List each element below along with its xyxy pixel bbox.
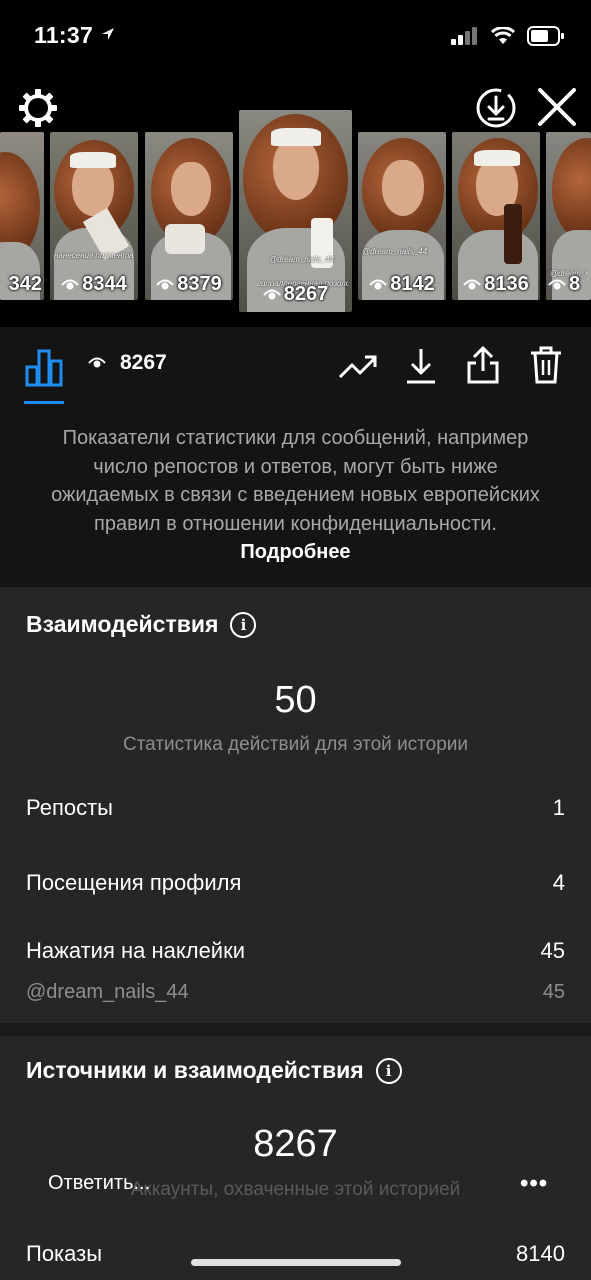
- story-thumbnail[interactable]: нанесения пигмента сна 8344: [50, 132, 138, 300]
- interactions-total: 50: [274, 679, 317, 721]
- eye-icon: [548, 279, 566, 289]
- story-thumbnail-selected[interactable]: @dream_nails_44 гипоаллергенная позолото…: [239, 110, 352, 312]
- share-icon: [467, 346, 499, 384]
- thumbnail-caption: @dream_nails_44: [362, 247, 428, 256]
- reply-input[interactable]: Ответить...: [48, 1172, 150, 1195]
- interactions-section-title: Взаимодействия i: [26, 611, 257, 638]
- story-thumbnail[interactable]: @dream_nails_44 8142: [358, 132, 446, 300]
- stat-row-sticker-mention[interactable]: @dream_nails_44 45: [26, 981, 565, 1004]
- eye-icon: [369, 279, 387, 289]
- story-thumbnail[interactable]: 342: [0, 132, 44, 300]
- info-icon[interactable]: i: [375, 1057, 402, 1084]
- eye-icon: [463, 279, 481, 289]
- download-button[interactable]: [404, 347, 438, 390]
- product-bottle: [504, 204, 522, 264]
- battery-icon: [527, 26, 564, 46]
- view-count: 8344: [50, 273, 138, 296]
- location-arrow-icon: [101, 28, 114, 40]
- trash-icon: [531, 346, 561, 384]
- product-item: [165, 224, 205, 254]
- sources-section-title: Источники и взаимодействия i: [26, 1057, 402, 1084]
- view-count: 342: [8, 273, 42, 295]
- story-thumbnail[interactable]: 8136: [452, 132, 540, 300]
- status-bar: 11:37: [0, 0, 591, 70]
- thumbnail-overlay-caption: @dream_nails_44: [269, 255, 335, 264]
- download-icon: [407, 349, 435, 384]
- trending-up-icon: [338, 355, 377, 379]
- view-count: 8142: [358, 273, 446, 296]
- status-time: 11:37: [34, 22, 116, 49]
- story-thumbnail[interactable]: @dream_nails_44 8: [546, 132, 591, 300]
- cellular-signal-icon: [451, 27, 477, 45]
- eye-icon: [61, 279, 79, 289]
- learn-more-link[interactable]: Подробнее: [240, 541, 350, 563]
- more-options-button[interactable]: •••: [520, 1170, 548, 1198]
- eye-icon: [263, 289, 281, 299]
- share-button[interactable]: [466, 345, 500, 390]
- section-divider: [0, 1023, 591, 1036]
- tab-insights[interactable]: [24, 347, 64, 392]
- stat-row-shares: Репосты 1: [26, 795, 565, 820]
- home-indicator[interactable]: [191, 1259, 401, 1266]
- interactions-caption: Статистика действий для этой истории: [122, 734, 469, 755]
- stat-row-profile-visits: Посещения профиля 4: [26, 870, 565, 895]
- story-thumbnail[interactable]: 8379: [145, 132, 233, 300]
- privacy-notice-text: Показатели статистики для сообщений, нап…: [51, 427, 540, 535]
- story-insights-toolbar: 8267: [0, 327, 591, 404]
- wifi-icon: [491, 27, 515, 44]
- eye-icon: [88, 357, 106, 368]
- view-count: 8379: [145, 273, 233, 296]
- tab-viewers[interactable]: 8267: [88, 351, 167, 375]
- delete-button[interactable]: [529, 345, 563, 390]
- reply-bar: Ответить... •••: [0, 1152, 591, 1212]
- story-thumbnail-strip[interactable]: 342 нанесения пигмента сна 8344 8379: [0, 110, 591, 325]
- thumbnail-caption: нанесения пигмента сна: [54, 251, 134, 260]
- info-icon[interactable]: i: [230, 611, 257, 638]
- bar-chart-icon: [25, 349, 63, 387]
- promote-button[interactable]: [338, 349, 378, 388]
- view-count: 8136: [452, 273, 540, 296]
- privacy-notice: Показатели статистики для сообщений, нап…: [0, 404, 591, 587]
- status-icons: [451, 26, 565, 46]
- view-count: 8267: [239, 283, 352, 306]
- stat-row-sticker-taps: Нажатия на наклейки 45: [26, 938, 565, 963]
- eye-icon: [156, 279, 174, 289]
- view-count: 8: [546, 273, 591, 296]
